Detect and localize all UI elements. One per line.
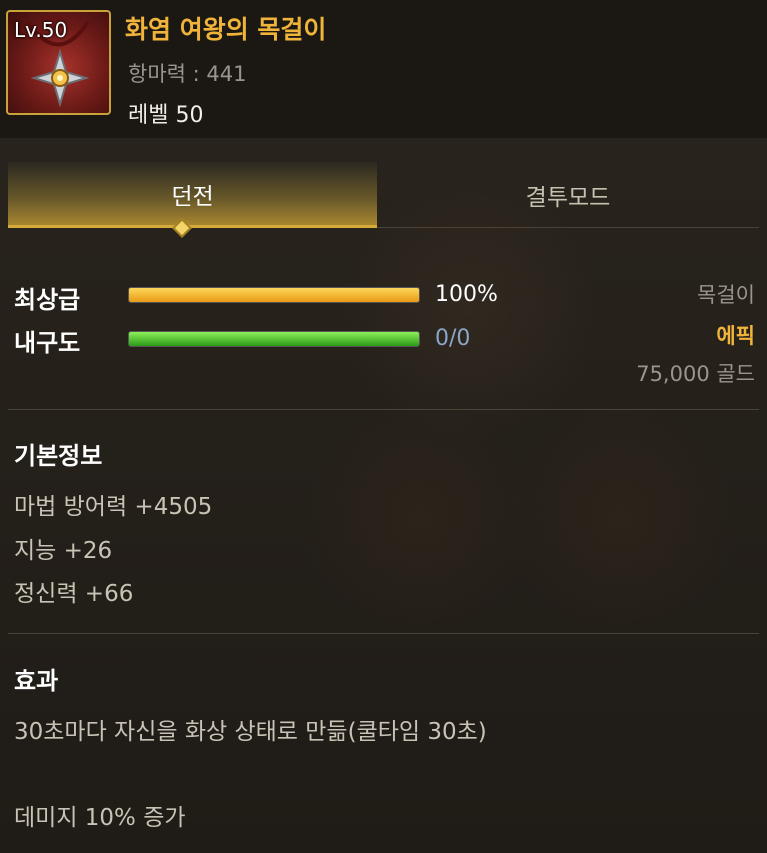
durability-value: 0/0 xyxy=(435,326,471,351)
basic-info-title: 기본정보 xyxy=(14,442,103,470)
item-name: 화염 여왕의 목걸이 xyxy=(125,15,327,44)
tab-dungeon-label: 던전 xyxy=(171,183,214,210)
effect-title: 효과 xyxy=(14,667,59,695)
effect-line: 30초마다 자신을 화상 상태로 만듦(쿨타임 30초) xyxy=(14,719,487,745)
durability-label: 내구도 xyxy=(14,329,81,357)
divider xyxy=(8,409,759,410)
effect-line: 데미지 10% 증가 xyxy=(14,805,186,831)
tab-battle-mode-label: 결투모드 xyxy=(525,184,611,211)
tab-battle-mode[interactable]: 결투모드 xyxy=(377,162,759,228)
basic-info-line: 정신력 +66 xyxy=(14,581,134,607)
item-level: 레벨 50 xyxy=(128,103,204,128)
level-badge: Lv.50 xyxy=(14,18,68,42)
mode-tabs: 던전 결투모드 xyxy=(8,162,759,228)
item-icon: Lv.50 xyxy=(6,10,111,115)
durability-bar-fill xyxy=(129,332,419,346)
item-type: 목걸이 xyxy=(697,283,755,307)
divider xyxy=(8,633,759,634)
basic-info-line: 지능 +26 xyxy=(14,538,113,564)
top-grade-bar xyxy=(128,287,420,303)
durability-bar xyxy=(128,331,420,347)
top-grade-label: 최상급 xyxy=(14,286,81,314)
basic-info-line: 마법 방어력 +4505 xyxy=(14,494,213,520)
top-grade-value: 100% xyxy=(435,282,498,307)
item-price: 75,000 골드 xyxy=(636,362,755,386)
resist-value: 항마력 : 441 xyxy=(128,62,247,86)
top-grade-bar-fill xyxy=(129,288,419,302)
item-header: Lv.50 화염 여왕의 목걸이 항마력 : 441 레벨 50 xyxy=(0,0,767,138)
item-rarity: 에픽 xyxy=(716,324,755,348)
tab-dungeon[interactable]: 던전 xyxy=(8,162,377,228)
